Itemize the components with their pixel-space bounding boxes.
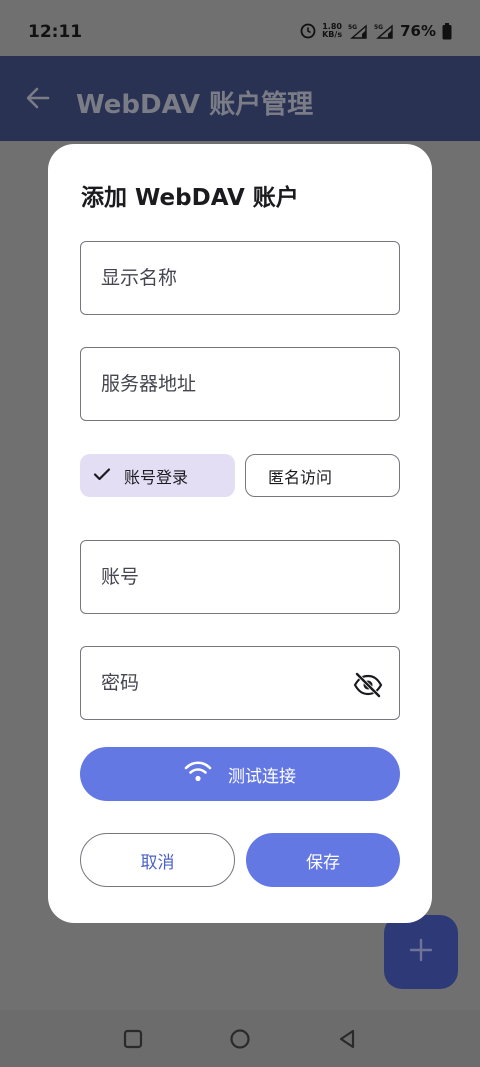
password-input[interactable] (81, 647, 399, 719)
test-connection-label: 测试连接 (228, 766, 296, 787)
password-field[interactable] (80, 646, 400, 720)
battery-percent: 76% (400, 22, 436, 40)
arrow-left-icon[interactable] (22, 82, 54, 114)
account-input[interactable] (81, 541, 399, 613)
recents-square-icon[interactable] (122, 1028, 144, 1050)
page-title: WebDAV 账户管理 (76, 90, 314, 120)
add-account-fab[interactable] (384, 915, 458, 989)
account-field[interactable] (80, 540, 400, 614)
server-address-field[interactable] (80, 347, 400, 421)
status-bar: 12:11 1.80 KB/s 5G 5G 76% (0, 0, 480, 56)
home-circle-icon[interactable] (229, 1028, 251, 1050)
svg-text:5G: 5G (348, 24, 357, 31)
eye-off-icon[interactable] (353, 670, 383, 700)
system-nav-bar (0, 1010, 480, 1067)
add-webdav-dialog: 添加 WebDAV 账户 账号登录 匿名访问 测试连接 (48, 144, 432, 923)
test-connection-button[interactable]: 测试连接 (80, 747, 400, 801)
chip-label: 账号登录 (124, 467, 189, 487)
chip-account-login[interactable]: 账号登录 (80, 454, 235, 497)
back-triangle-icon[interactable] (336, 1028, 358, 1050)
cancel-button[interactable]: 取消 (80, 833, 235, 887)
signal-5g-icon: 5G (348, 23, 368, 39)
status-time: 12:11 (28, 22, 83, 42)
dialog-title: 添加 WebDAV 账户 (81, 185, 299, 211)
battery-icon (442, 22, 452, 40)
server-address-input[interactable] (81, 348, 399, 420)
chip-anonymous-access[interactable]: 匿名访问 (245, 454, 400, 497)
status-icons: 1.80 KB/s 5G 5G 76% (300, 22, 452, 40)
svg-text:5G: 5G (374, 24, 383, 31)
alarm-icon (300, 23, 316, 39)
chip-label: 匿名访问 (268, 467, 333, 487)
net-speed: 1.80 KB/s (322, 23, 342, 39)
save-button[interactable]: 保存 (246, 833, 400, 887)
net-speed-unit: KB/s (322, 30, 343, 39)
wifi-icon (184, 760, 212, 788)
app-bar: WebDAV 账户管理 (0, 56, 480, 141)
signal-5g-icon: 5G (374, 23, 394, 39)
plus-icon (408, 937, 434, 967)
display-name-input[interactable] (81, 242, 399, 314)
display-name-field[interactable] (80, 241, 400, 315)
check-icon (92, 464, 112, 488)
